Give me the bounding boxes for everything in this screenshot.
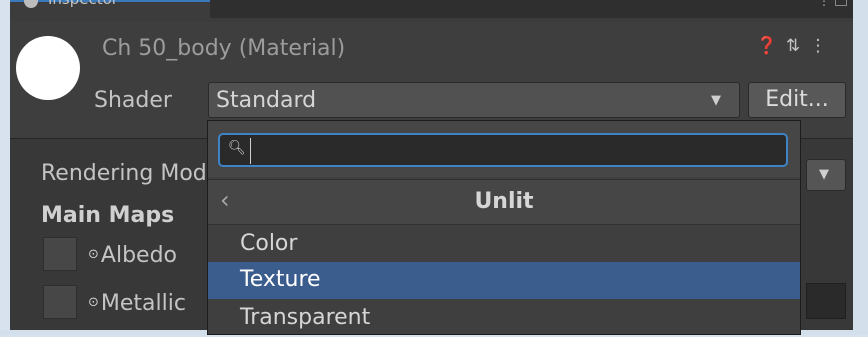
material-preview [16, 36, 80, 100]
search-area: 🔍︎ [208, 121, 800, 177]
list-item-label: Color [240, 231, 298, 256]
material-title: Ch 50_body (Material) [102, 36, 346, 61]
list-item-label: Transparent [240, 305, 371, 330]
shader-label: Shader [94, 88, 172, 113]
maximize-icon[interactable] [835, 0, 847, 6]
list-item-label: Texture [240, 267, 321, 292]
list-item-texture[interactable]: Texture [208, 262, 800, 299]
metallic-label: Metallic [100, 291, 186, 316]
object-picker-icon[interactable]: ⊙ [88, 247, 99, 262]
shader-dropdown-value: Standard [216, 88, 317, 113]
category-title: Unlit [474, 189, 534, 214]
preset-icon[interactable]: ⇅ [783, 36, 803, 56]
category-header: ‹ Unlit [208, 179, 800, 225]
more-icon[interactable]: ⋮ [808, 36, 828, 56]
main-maps-heading: Main Maps [41, 203, 175, 228]
chevron-down-icon: ▼ [711, 93, 721, 108]
rendering-mode-dropdown[interactable]: ▼ [806, 159, 846, 191]
search-input[interactable] [250, 138, 785, 164]
metallic-texture-slot[interactable] [43, 285, 77, 319]
object-picker-icon[interactable]: ⊙ [88, 295, 99, 310]
help-icon[interactable]: ❓ [756, 36, 777, 56]
list-item-color[interactable]: Color [208, 226, 800, 263]
albedo-label: Albedo [100, 243, 177, 268]
tab-inspector[interactable]: Inspector [10, 0, 210, 22]
chevron-down-icon: ▼ [819, 167, 829, 182]
window-menu-icon[interactable]: ⋮ [818, 0, 830, 8]
rendering-mode-label: Rendering Mode [41, 161, 221, 186]
edit-shader-button[interactable]: Edit... [748, 82, 846, 118]
metallic-property: ⊙Metallic [88, 291, 186, 316]
albedo-texture-slot[interactable] [43, 237, 77, 271]
albedo-property: ⊙Albedo [88, 243, 177, 268]
shader-selection-popup: 🔍︎ ‹ Unlit Color Texture Transparent [207, 120, 801, 335]
desktop-background-right [853, 0, 868, 335]
list-item-transparent[interactable]: Transparent [208, 300, 800, 337]
shader-dropdown[interactable]: Standard ▼ [208, 82, 740, 118]
search-icon: 🔍︎ [228, 140, 246, 156]
search-box[interactable]: 🔍︎ [218, 133, 788, 167]
metallic-value-field[interactable] [806, 283, 846, 319]
tab-title: Inspector [48, 0, 118, 8]
inspector-icon [24, 0, 38, 8]
